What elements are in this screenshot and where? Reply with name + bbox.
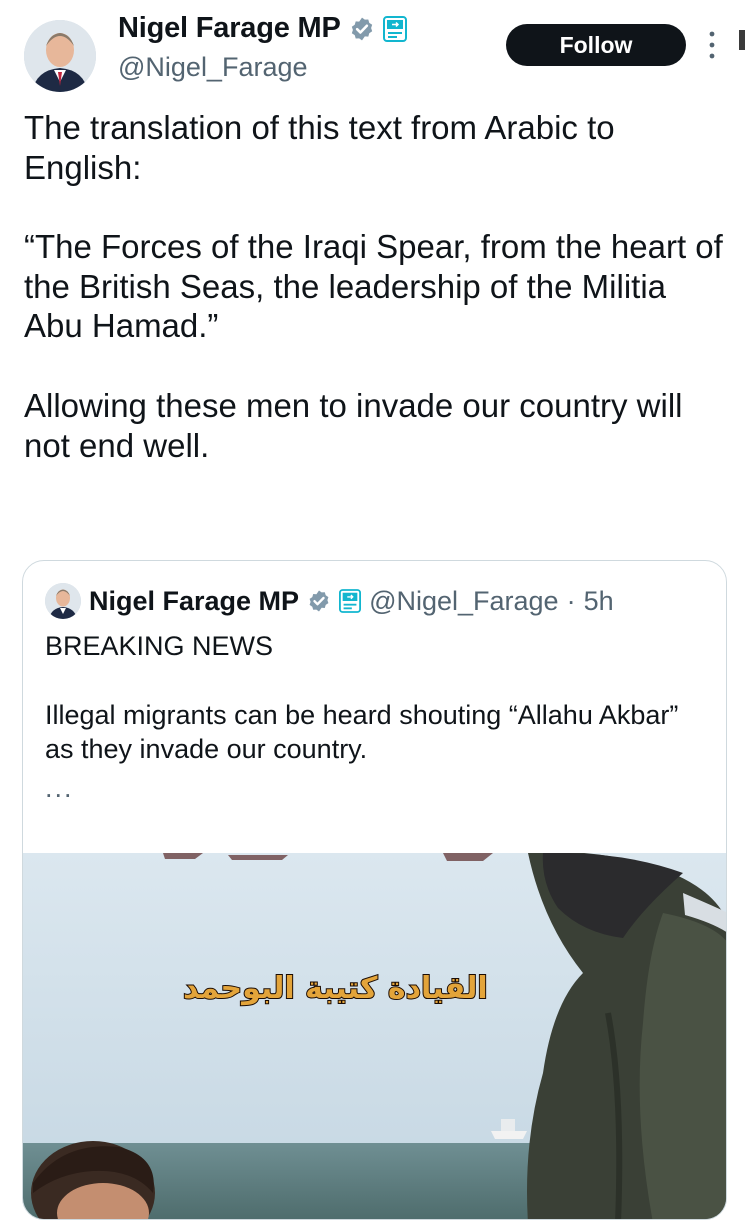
quoted-body: BREAKING NEWS Illegal migrants can be he… bbox=[45, 629, 705, 805]
quoted-author-name: Nigel Farage MP bbox=[89, 585, 300, 616]
video-caption-arabic: القيادة كتيبة البوحمد bbox=[182, 970, 489, 1007]
more-vertical-icon[interactable] bbox=[708, 30, 716, 60]
scroll-edge-indicator bbox=[739, 30, 745, 50]
quoted-handle: @Nigel_Farage bbox=[369, 585, 559, 616]
quoted-timestamp[interactable]: 5h bbox=[584, 586, 614, 617]
quoted-avatar bbox=[45, 583, 81, 619]
reform-uk-badge-icon[interactable] bbox=[382, 15, 407, 42]
tweet-paragraph: The translation of this text from Arabic… bbox=[24, 109, 615, 186]
video-frame-illustration bbox=[23, 853, 726, 1219]
tweet-header: Nigel Farage MP @Nigel_Farage Follow bbox=[0, 0, 750, 100]
verified-badge-icon bbox=[309, 590, 329, 612]
quoted-tweet-card[interactable]: Nigel Farage MP @Nigel_Farage · 5h BREAK… bbox=[22, 560, 727, 1220]
author-name[interactable]: Nigel Farage MP bbox=[118, 12, 341, 45]
tweet-paragraph: Allowing these men to invade our country… bbox=[24, 386, 683, 464]
tweet-paragraph: “The Forces of the Iraqi Spear, from the… bbox=[24, 228, 723, 345]
tweet-body: The translation of this text from Arabic… bbox=[24, 108, 724, 465]
reform-uk-badge-icon bbox=[339, 589, 362, 613]
quoted-author-row: Nigel Farage MP @Nigel_Farage · 5h bbox=[45, 583, 614, 619]
follow-button[interactable]: Follow bbox=[506, 24, 686, 66]
quoted-separator: · bbox=[566, 585, 576, 616]
quoted-paragraph: Illegal migrants can be heard shouting “… bbox=[45, 699, 679, 765]
quoted-headline: BREAKING NEWS bbox=[45, 631, 274, 661]
author-row: Nigel Farage MP bbox=[118, 12, 407, 45]
quoted-ellipsis: ... bbox=[45, 772, 74, 803]
avatar[interactable] bbox=[24, 20, 96, 92]
verified-badge-icon bbox=[351, 17, 372, 40]
author-handle[interactable]: @Nigel_Farage bbox=[118, 52, 308, 83]
quoted-video[interactable]: القيادة كتيبة البوحمد bbox=[23, 853, 726, 1219]
